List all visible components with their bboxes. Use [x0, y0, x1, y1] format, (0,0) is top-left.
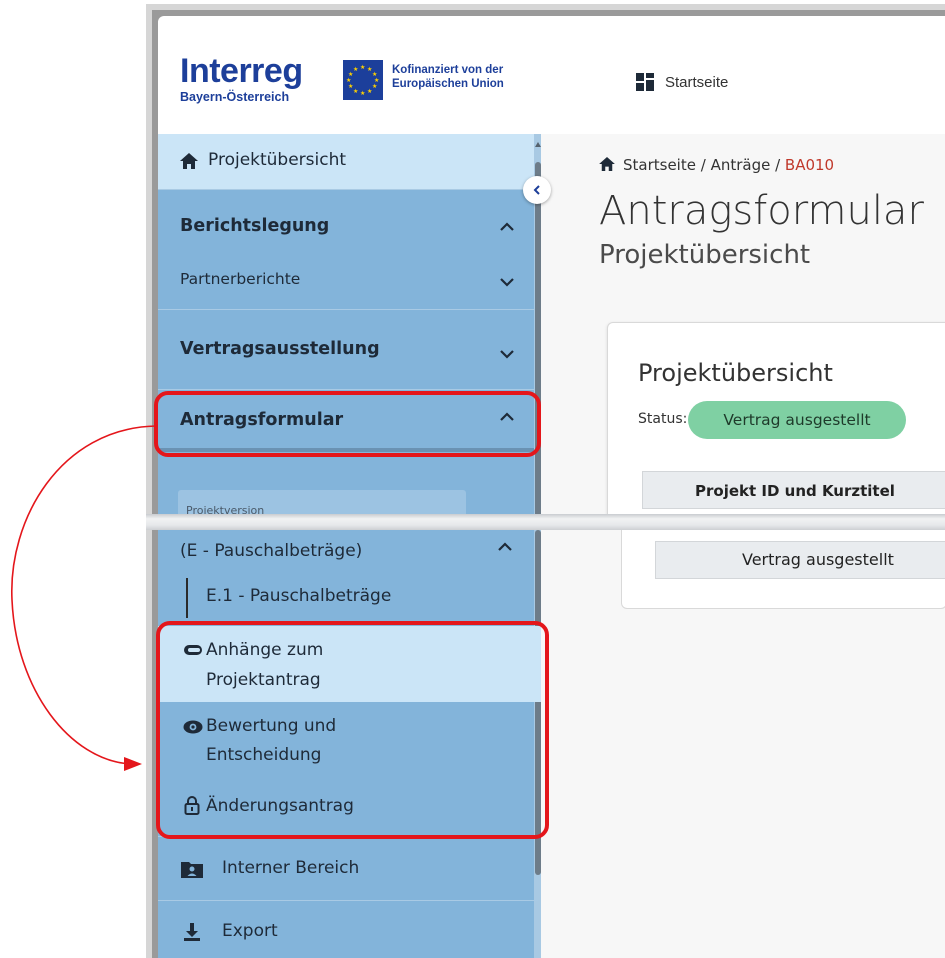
annotation-arrow — [11, 425, 157, 771]
